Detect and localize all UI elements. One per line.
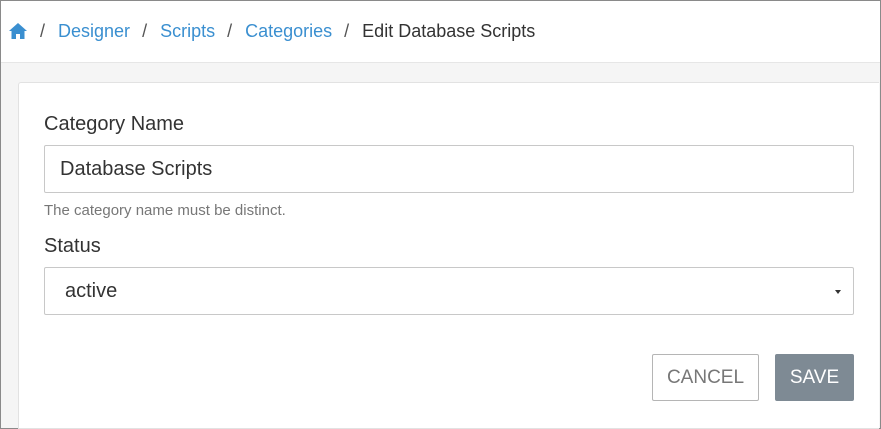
caret-down-icon: [831, 282, 853, 305]
breadcrumb-separator: /: [142, 21, 148, 41]
breadcrumb-link-categories[interactable]: Categories: [245, 21, 332, 42]
breadcrumb-current-page: Edit Database Scripts: [362, 21, 536, 41]
category-name-input[interactable]: [44, 145, 854, 193]
cancel-button[interactable]: CANCEL: [652, 354, 759, 401]
breadcrumb-separator: /: [344, 21, 350, 41]
status-select[interactable]: active: [44, 267, 854, 315]
home-icon[interactable]: [8, 22, 28, 40]
breadcrumb-link-designer[interactable]: Designer: [58, 21, 130, 42]
save-button[interactable]: SAVE: [775, 354, 854, 401]
edit-category-form: Category Name The category name must be …: [18, 82, 879, 429]
category-name-label: Category Name: [44, 113, 185, 135]
category-name-help-text: The category name must be distinct.: [44, 202, 286, 219]
breadcrumb-separator: /: [40, 21, 46, 41]
breadcrumb: / Designer / Scripts / Categories / Edit…: [1, 1, 880, 63]
breadcrumb-link-scripts[interactable]: Scripts: [160, 21, 215, 42]
status-label: Status: [44, 235, 101, 257]
breadcrumb-separator: /: [227, 21, 233, 41]
content-area: Category Name The category name must be …: [1, 63, 880, 429]
status-selected-value: active: [65, 279, 118, 302]
